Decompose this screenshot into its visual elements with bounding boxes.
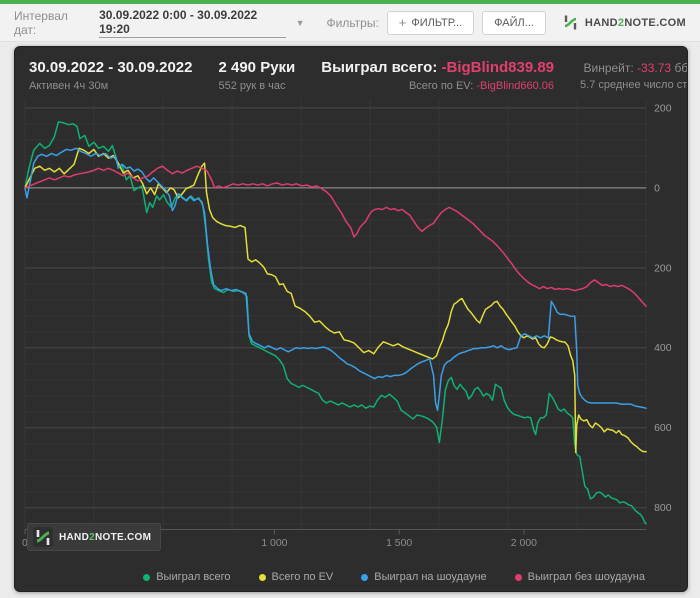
y-axis-label: 800 <box>654 503 672 514</box>
legend-label: Выиграл всего <box>156 571 231 583</box>
stat-date-range: 30.09.2022 - 30.09.2022 Активен 4ч 30м <box>29 59 192 92</box>
hand2note-logo-icon <box>564 15 577 30</box>
file-button[interactable]: ФАЙЛ... <box>482 10 546 35</box>
stat-winrate-line: Винрейт: -33.73 бб/100 <box>583 61 688 75</box>
series-line <box>24 121 647 525</box>
y-axis-label: 600 <box>654 423 672 434</box>
hand2note-logo: HAND2NOTE.COM <box>562 14 686 31</box>
stat-hands: 2 490 Руки 552 рук в час <box>218 59 295 92</box>
watermark-logo: HAND2NOTE.COM <box>27 523 162 551</box>
x-axis-label: 1 500 <box>386 538 412 549</box>
toolbar: Интервал дат: 30.09.2022 0:00 - 30.09.20… <box>0 4 700 42</box>
add-filter-button[interactable]: + ФИЛЬТР... <box>386 10 475 35</box>
hand2note-logo-text: HAND2NOTE.COM <box>584 16 686 29</box>
legend-item[interactable]: Выиграл всего <box>143 571 231 583</box>
chart-svg: 200020040060080005001 0001 5002 000 <box>22 99 672 549</box>
legend-dot-icon <box>514 573 522 581</box>
legend-dot-icon <box>258 573 266 581</box>
watermark-logo-icon <box>33 527 53 547</box>
stat-hands-per-hour: 552 рук в час <box>218 80 286 92</box>
stats-header: 30.09.2022 - 30.09.2022 Активен 4ч 30м 2… <box>15 47 687 99</box>
date-range-control[interactable]: 30.09.2022 0:00 - 30.09.2022 19:20 <box>99 8 286 38</box>
plus-icon: + <box>398 14 407 30</box>
won-total-value: -BigBlind839.89 <box>441 59 555 76</box>
interval-label: Интервал дат: <box>14 8 68 37</box>
x-axis-label: 2 000 <box>511 538 537 549</box>
chart-legend: Выиграл всего Всего по EV Выиграл на шоуда… <box>15 563 687 591</box>
stat-ev-total: Всего по EV: -BigBlind660.06 <box>408 80 555 92</box>
file-button-label: ФАЙЛ... <box>494 16 534 29</box>
report-panel: 30.09.2022 - 30.09.2022 Активен 4ч 30м 2… <box>14 46 688 592</box>
x-axis-label: 1 000 <box>261 538 287 549</box>
stat-hands-value: 2 490 Руки <box>218 59 296 76</box>
winnings-chart: 200020040060080005001 0001 5002 000 HAND… <box>15 99 687 563</box>
legend-label: Всего по EV <box>271 571 334 583</box>
stat-active-time: Активен 4ч 30м <box>29 80 109 92</box>
stat-avg-tables: 5.7 среднее число столов <box>580 79 688 91</box>
watermark-logo-text: HAND2NOTE.COM <box>59 531 152 543</box>
legend-label: Выиграл на шоудауне <box>374 571 487 583</box>
y-axis-label: 200 <box>654 103 672 114</box>
legend-dot-icon <box>143 573 151 581</box>
stat-won-total: Выиграл всего: -BigBlind839.89 <box>321 59 555 76</box>
stat-date-range-value: 30.09.2022 - 30.09.2022 <box>29 59 193 76</box>
y-axis-label: 0 <box>654 183 660 194</box>
legend-item[interactable]: Выиграл без шоудауна <box>514 571 645 583</box>
y-axis-label: 200 <box>654 263 672 274</box>
legend-item[interactable]: Выиграл на шоудауне <box>361 571 487 583</box>
stat-winnings: Выиграл всего: -BigBlind839.89 Всего по … <box>321 59 554 92</box>
filters-label: Фильтры: <box>326 15 379 30</box>
series-line <box>24 147 647 454</box>
ev-total-value: -BigBlind660.06 <box>476 80 555 92</box>
legend-item[interactable]: Всего по EV <box>258 571 334 583</box>
winrate-value: -33.73 <box>637 61 672 75</box>
y-axis-label: 400 <box>654 343 672 354</box>
chevron-down-icon[interactable]: ▼ <box>296 18 305 28</box>
add-filter-label: ФИЛЬТР... <box>411 16 463 29</box>
legend-dot-icon <box>361 573 369 581</box>
legend-label: Выиграл без шоудауна <box>527 571 645 583</box>
stat-winrate: Винрейт: -33.73 бб/100 5.7 среднее число… <box>580 59 688 91</box>
